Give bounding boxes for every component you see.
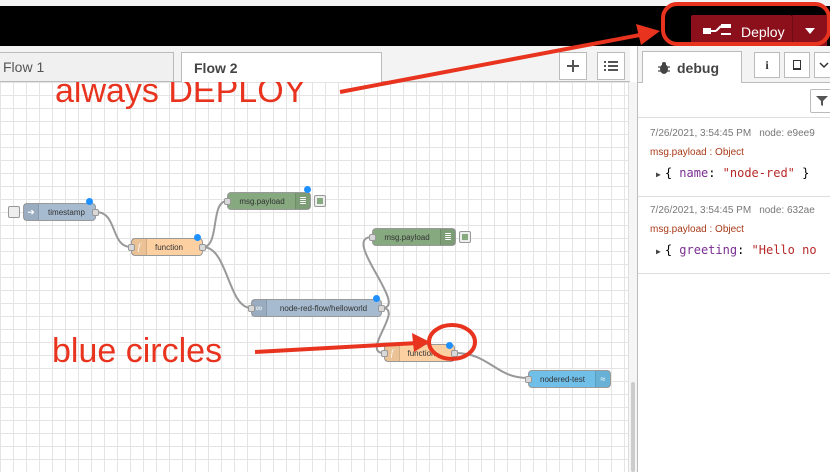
expand-caret-icon[interactable]: ▶ (656, 247, 661, 256)
message-payload[interactable]: ▶{ name: "node-red" } (656, 166, 809, 180)
message-meta: 7/26/2021, 3:54:45 PM node: 632ae (650, 205, 815, 216)
message-topic: msg.payload : Object (650, 147, 744, 158)
header-bar: Deploy (0, 6, 830, 49)
deploy-menu-button[interactable] (792, 15, 827, 49)
deploy-icon (703, 24, 731, 35)
tab-debug[interactable]: debug (642, 51, 742, 83)
sidebar-more-button[interactable] (814, 52, 830, 78)
tab-label: Flow 2 (194, 59, 238, 76)
tab-label: debug (677, 59, 719, 76)
expand-caret-icon[interactable]: ▶ (656, 170, 661, 179)
annotation-overlay (254, 323, 477, 361)
bug-icon (658, 61, 670, 74)
info-button[interactable]: i (754, 52, 780, 78)
sidebar-tab-bar: debug i (638, 46, 830, 83)
tab-list-button[interactable] (597, 52, 625, 80)
message-topic: msg.payload : Object (650, 224, 744, 235)
message-timestamp: 7/26/2021, 3:54:45 PM (650, 205, 752, 216)
book-icon (793, 60, 801, 70)
plus-icon (567, 60, 579, 72)
scrollbar-thumb[interactable] (631, 382, 635, 472)
payload-value: "Hello no (751, 243, 817, 257)
payload-key: name (679, 166, 709, 180)
sidebar: debug i 7/26/2021, 3:54:45 PM node: e9ee9… (637, 46, 830, 472)
payload-colon: : (708, 166, 723, 180)
annotation-arrow (254, 341, 419, 354)
payload-key: greeting (679, 243, 738, 257)
canvas-scrollbar[interactable] (628, 82, 637, 472)
deploy-label: Deploy (741, 24, 785, 40)
chevron-icon (819, 62, 829, 69)
workspace-tab-bar: Flow 1 Flow 2 (0, 46, 630, 82)
payload-value: "node-red" (722, 166, 795, 180)
tab-label: Flow 1 (3, 59, 45, 75)
always-deploy-annotation: always DEPLOY (55, 82, 307, 110)
payload-colon: : (737, 243, 752, 257)
help-button[interactable] (784, 52, 810, 78)
brace: { (664, 166, 680, 180)
tab-flow-1[interactable]: Flow 1 (0, 52, 174, 81)
message-timestamp: 7/26/2021, 3:54:45 PM (650, 128, 752, 139)
message-node-id[interactable]: node: e9ee9 (759, 128, 815, 139)
message-meta: 7/26/2021, 3:54:45 PM node: e9ee9 (650, 128, 815, 139)
filter-button[interactable] (810, 89, 830, 113)
flow-canvas[interactable]: ➜ timestamp f function msg.payload ≣ msg… (0, 82, 628, 472)
brace: { (664, 243, 680, 257)
message-payload[interactable]: ▶{ greeting: "Hello no (656, 243, 817, 257)
caret-down-icon (805, 28, 815, 34)
debug-message: 7/26/2021, 3:54:45 PM node: e9ee9 msg.pay… (638, 120, 830, 197)
debug-toolbar (638, 83, 830, 118)
message-node-id[interactable]: node: 632ae (759, 205, 815, 216)
tab-flow-2[interactable]: Flow 2 (181, 52, 382, 82)
debug-message: 7/26/2021, 3:54:45 PM node: 632ae msg.pay… (638, 197, 830, 274)
annotation-circle (427, 323, 477, 361)
list-icon (604, 61, 618, 71)
blue-circles-annotation: blue circles (52, 332, 223, 370)
annotation-arrowhead (412, 333, 430, 352)
filter-icon (816, 96, 828, 106)
deploy-button[interactable]: Deploy (691, 15, 792, 49)
info-icon: i (765, 57, 769, 72)
add-tab-button[interactable] (559, 52, 587, 80)
brace: } (794, 166, 810, 180)
